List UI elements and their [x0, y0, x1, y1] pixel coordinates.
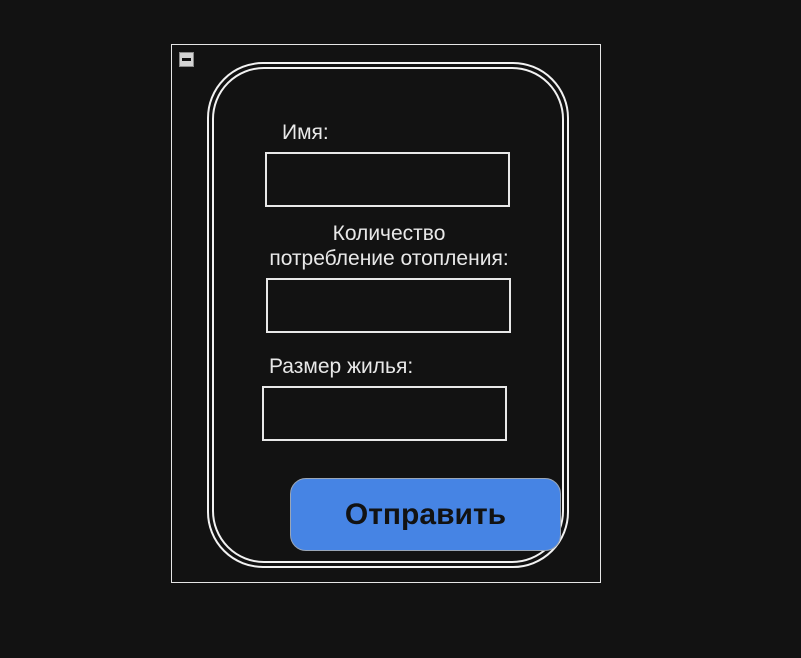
- heating-label-line1: Количество: [332, 222, 446, 245]
- housing-size-label: Размер жилья:: [269, 355, 414, 378]
- name-input[interactable]: [265, 152, 510, 207]
- housing-size-input[interactable]: [262, 386, 507, 441]
- form-card: Имя: Количество потребление отопления: Р…: [207, 62, 569, 568]
- heating-label-line2: потребление отопления:: [269, 247, 509, 270]
- heating-label: Количество потребление отопления:: [259, 221, 519, 271]
- collapse-icon[interactable]: [179, 52, 194, 67]
- name-label: Имя:: [282, 121, 329, 144]
- submit-button[interactable]: Отправить: [290, 478, 561, 551]
- form-window-frame: Имя: Количество потребление отопления: Р…: [171, 44, 601, 583]
- heating-consumption-input[interactable]: [266, 278, 511, 333]
